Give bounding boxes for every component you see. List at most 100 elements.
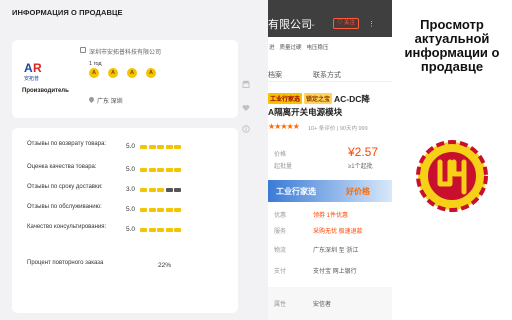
info-row-value: 安信者	[313, 302, 332, 308]
seller-info-panel: ИНФОРМАЦИЯ О ПРОДАВЦЕ A R 安拓普 Производит…	[0, 0, 268, 320]
info-icon[interactable]	[242, 125, 250, 133]
info-row-value: 采购无忧 极速退款	[313, 229, 363, 235]
rating-bar-segment	[174, 144, 181, 149]
seller-location: 广东 深圳	[97, 99, 123, 105]
rating-bars	[140, 227, 181, 232]
follow-label: 关注	[344, 20, 356, 26]
repeat-order-label: Процент повторного заказа	[27, 260, 104, 266]
rating-bar-segment	[148, 207, 156, 212]
shop-company-name[interactable]: 有限公司	[268, 16, 312, 32]
rating-bar-segment	[165, 144, 173, 149]
badge-a-icon: A	[127, 68, 137, 78]
good-value-text: 好价格	[346, 187, 370, 196]
rating-bar-segment	[165, 227, 173, 232]
tab-contacts[interactable]: 联系方式	[313, 70, 341, 80]
rating-bar-segment	[174, 187, 181, 192]
rating-bar-segment	[140, 144, 147, 149]
min-qty-label: 起批量	[274, 164, 293, 170]
price-label: 价格	[274, 152, 287, 158]
rating-bar-segment	[165, 207, 173, 212]
company-name[interactable]: 深圳市安拓普科技有限公司	[89, 47, 161, 56]
price-value: ¥2.57	[348, 145, 379, 159]
rating-label: Оценка качества товара:	[27, 164, 97, 170]
rating-bar-segment	[148, 187, 156, 192]
rating-bar-segment	[140, 187, 147, 192]
review-count[interactable]: 10+ 条评价 | 90天内 999	[308, 124, 368, 132]
seller-badges: A A A A	[89, 68, 156, 78]
rating-value: 3.0	[126, 186, 136, 193]
seller-role: Производитель	[22, 88, 69, 94]
rating-value: 5.0	[126, 143, 136, 150]
good-badge: 锁定之宝	[304, 93, 333, 104]
rating-bar-segment	[157, 187, 164, 192]
promo-title: Просмотр актуальной информации о продавц…	[404, 17, 500, 74]
info-row-value: 广东深圳 至 浙江	[313, 248, 359, 254]
badge-a-icon: A	[108, 68, 118, 78]
svg-text:A: A	[24, 61, 33, 75]
rating-bar-segment	[148, 144, 156, 149]
rating-label: Отзывы по сроку доставки:	[27, 184, 103, 190]
rating-bar-segment	[157, 227, 164, 232]
rating-bar-segment	[174, 167, 181, 172]
product-title-line2: A隔离开关电源模块	[268, 107, 343, 117]
rating-bar-segment	[157, 167, 164, 172]
rating-bar-segment	[165, 187, 173, 192]
shop-header: 有限公司 ⌄ ♡ 关注 ⋮	[268, 0, 392, 37]
brand-seal-logo-icon	[416, 140, 488, 212]
rating-bar-segment	[157, 144, 164, 149]
rating-bars	[140, 144, 181, 149]
rating-bar-segment	[174, 227, 181, 232]
info-row-label: 属性	[274, 302, 287, 308]
factory-banner-text: 工业行家选	[276, 187, 316, 196]
info-row-payment[interactable]: 支付 支付宝 网上银行	[268, 264, 392, 276]
info-row-label: 优惠	[274, 213, 287, 219]
company-icon	[80, 47, 86, 53]
shop-tag: 进	[269, 45, 275, 51]
rating-label: Качество консультирования:	[27, 224, 107, 230]
rating-value: 5.0	[126, 206, 136, 213]
rating-stars-icon: ★★★★★	[268, 122, 300, 131]
heart-icon[interactable]	[242, 104, 250, 112]
factory-badge: 工业行家选	[268, 93, 303, 104]
svg-text:安拓普: 安拓普	[24, 75, 39, 82]
tab-profile[interactable]: 档案	[268, 70, 282, 80]
rating-label: Отзывы по обслуживанию:	[27, 204, 102, 210]
badge-a-icon: A	[146, 68, 156, 78]
rating-bars	[140, 187, 181, 192]
promo-side: Просмотр актуальной информации о продавц…	[392, 0, 512, 320]
rating-value: 5.0	[126, 166, 136, 173]
attributes-section: 属性 安信者	[268, 287, 392, 320]
info-row-label: 服务	[274, 229, 287, 235]
shop-tag: 电压稳压	[306, 45, 329, 51]
badge-a-icon: A	[89, 68, 99, 78]
min-qty-value: ≥1个起批	[348, 164, 373, 170]
info-row-service[interactable]: 服务 采购无忧 极速退款	[268, 224, 392, 236]
rating-bars	[140, 167, 181, 172]
product-badges: 工业行家选 锁定之宝	[268, 93, 333, 104]
svg-text:R: R	[33, 61, 42, 75]
product-page-screenshot: 有限公司 ⌄ ♡ 关注 ⋮ 进 质量过硬 电压稳压 档案 联系方式 工业行家选 …	[268, 0, 392, 320]
repeat-order-value: 22%	[158, 262, 172, 269]
rating-bars	[140, 207, 181, 212]
store-icon[interactable]	[242, 80, 250, 88]
info-row-label: 物流	[274, 248, 287, 254]
factory-banner[interactable]: 工业行家选 好价格	[268, 180, 392, 202]
shop-tabs: 档案 联系方式	[268, 66, 392, 82]
header-link[interactable]: ⋮	[368, 20, 375, 28]
chevron-down-icon[interactable]: ⌄	[310, 20, 316, 28]
ratings-card	[12, 128, 238, 313]
info-row-logistics[interactable]: 物流 广东深圳 至 浙江	[268, 243, 392, 255]
info-row-attributes: 属性 安信者	[268, 297, 392, 309]
info-row-discount[interactable]: 优惠 领券 1件优惠	[268, 208, 392, 220]
rating-bar-segment	[165, 167, 173, 172]
panel-title: ИНФОРМАЦИЯ О ПРОДАВЦЕ	[12, 8, 123, 17]
follow-button[interactable]: ♡ 关注	[333, 18, 359, 29]
info-row-value: 支付宝 网上银行	[313, 269, 357, 275]
info-row-value: 领券 1件优惠	[313, 213, 349, 219]
rating-label: Отзывы по возврату товара:	[27, 141, 107, 147]
years-on-platform: 1 год	[89, 61, 102, 67]
info-row-label: 支付	[274, 269, 287, 275]
rating-bar-segment	[174, 207, 181, 212]
shop-tags: 进 质量过硬 电压稳压	[268, 43, 330, 51]
shop-tag: 质量过硬	[279, 45, 302, 51]
